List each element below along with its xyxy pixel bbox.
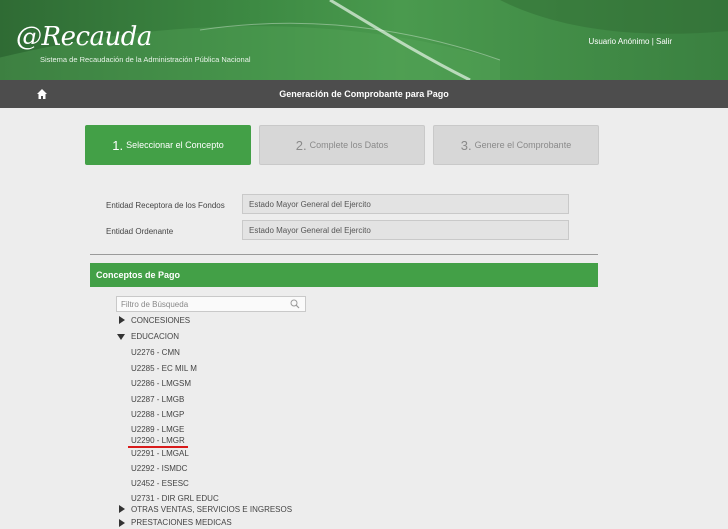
tree-item-selected[interactable]: U2290 - LMGR <box>131 436 185 445</box>
app-header: @Recauda Sistema de Recaudación de la Ad… <box>0 0 728 80</box>
tree-group-concesiones[interactable]: CONCESIONES <box>131 316 190 325</box>
conceptos-section-header: Conceptos de Pago <box>90 263 598 287</box>
step-3-label: Genere el Comprobante <box>474 140 572 150</box>
step-1-number: 1. <box>112 137 124 153</box>
tree-item[interactable]: U2285 - EC MIL M <box>131 364 197 373</box>
expand-caret-icon[interactable] <box>118 505 126 513</box>
tree-item[interactable]: U2286 - LMGSM <box>131 379 191 388</box>
section-title: Conceptos de Pago <box>96 270 181 280</box>
app-subtitle: Sistema de Recaudación de la Administrac… <box>40 55 251 64</box>
logo-prefix: @ <box>16 22 42 52</box>
tree-group-otras-ventas[interactable]: OTRAS VENTAS, SERVICIOS E INGRESOS <box>131 505 292 514</box>
tree-group-educacion[interactable]: EDUCACION <box>131 332 179 341</box>
tree-item[interactable]: U2289 - LMGE <box>131 425 184 434</box>
search-input[interactable]: Filtro de Búsqueda <box>116 296 306 312</box>
expand-caret-icon[interactable] <box>118 316 126 324</box>
search-icon[interactable] <box>290 299 300 309</box>
tree-item[interactable]: U2276 - CMN <box>131 348 180 357</box>
ordenante-field[interactable]: Estado Mayor General del Ejercito <box>242 220 569 240</box>
tree-group-prestaciones[interactable]: PRESTACIONES MEDICAS <box>131 518 232 527</box>
app-logo[interactable]: @Recauda <box>16 22 152 52</box>
tree-item[interactable]: U2452 - ESESC <box>131 479 189 488</box>
expand-caret-icon[interactable] <box>118 519 126 527</box>
step-3-number: 3. <box>460 137 472 153</box>
user-links[interactable]: Usuario Anónimo | Salir <box>589 37 672 46</box>
step-3-button[interactable]: 3. Genere el Comprobante <box>433 125 599 165</box>
search-placeholder: Filtro de Búsqueda <box>121 300 189 309</box>
selection-underline <box>128 446 188 448</box>
step-2-button[interactable]: 2. Complete los Datos <box>259 125 425 165</box>
step-2-number: 2. <box>295 137 307 153</box>
section-divider <box>90 254 598 255</box>
receptora-label: Entidad Receptora de los Fondos <box>106 201 225 210</box>
step-1-label: Seleccionar el Concepto <box>126 140 224 150</box>
tree-item[interactable]: U2731 - DIR GRL EDUC <box>131 494 219 503</box>
page-title: Generación de Comprobante para Pago <box>279 89 449 99</box>
tree-item[interactable]: U2287 - LMGB <box>131 395 184 404</box>
step-1-button[interactable]: 1. Seleccionar el Concepto <box>85 125 251 165</box>
tree-item[interactable]: U2292 - ISMDC <box>131 464 187 473</box>
step-2-label: Complete los Datos <box>309 140 389 150</box>
ordenante-label: Entidad Ordenante <box>106 227 174 236</box>
page-titlebar: Generación de Comprobante para Pago <box>0 80 728 108</box>
receptora-field[interactable]: Estado Mayor General del Ejercito <box>242 194 569 214</box>
tree-item[interactable]: U2291 - LMGAL <box>131 449 189 458</box>
logo-name: Recauda <box>41 22 153 52</box>
tree-item[interactable]: U2288 - LMGP <box>131 410 184 419</box>
collapse-caret-icon[interactable] <box>117 333 125 341</box>
